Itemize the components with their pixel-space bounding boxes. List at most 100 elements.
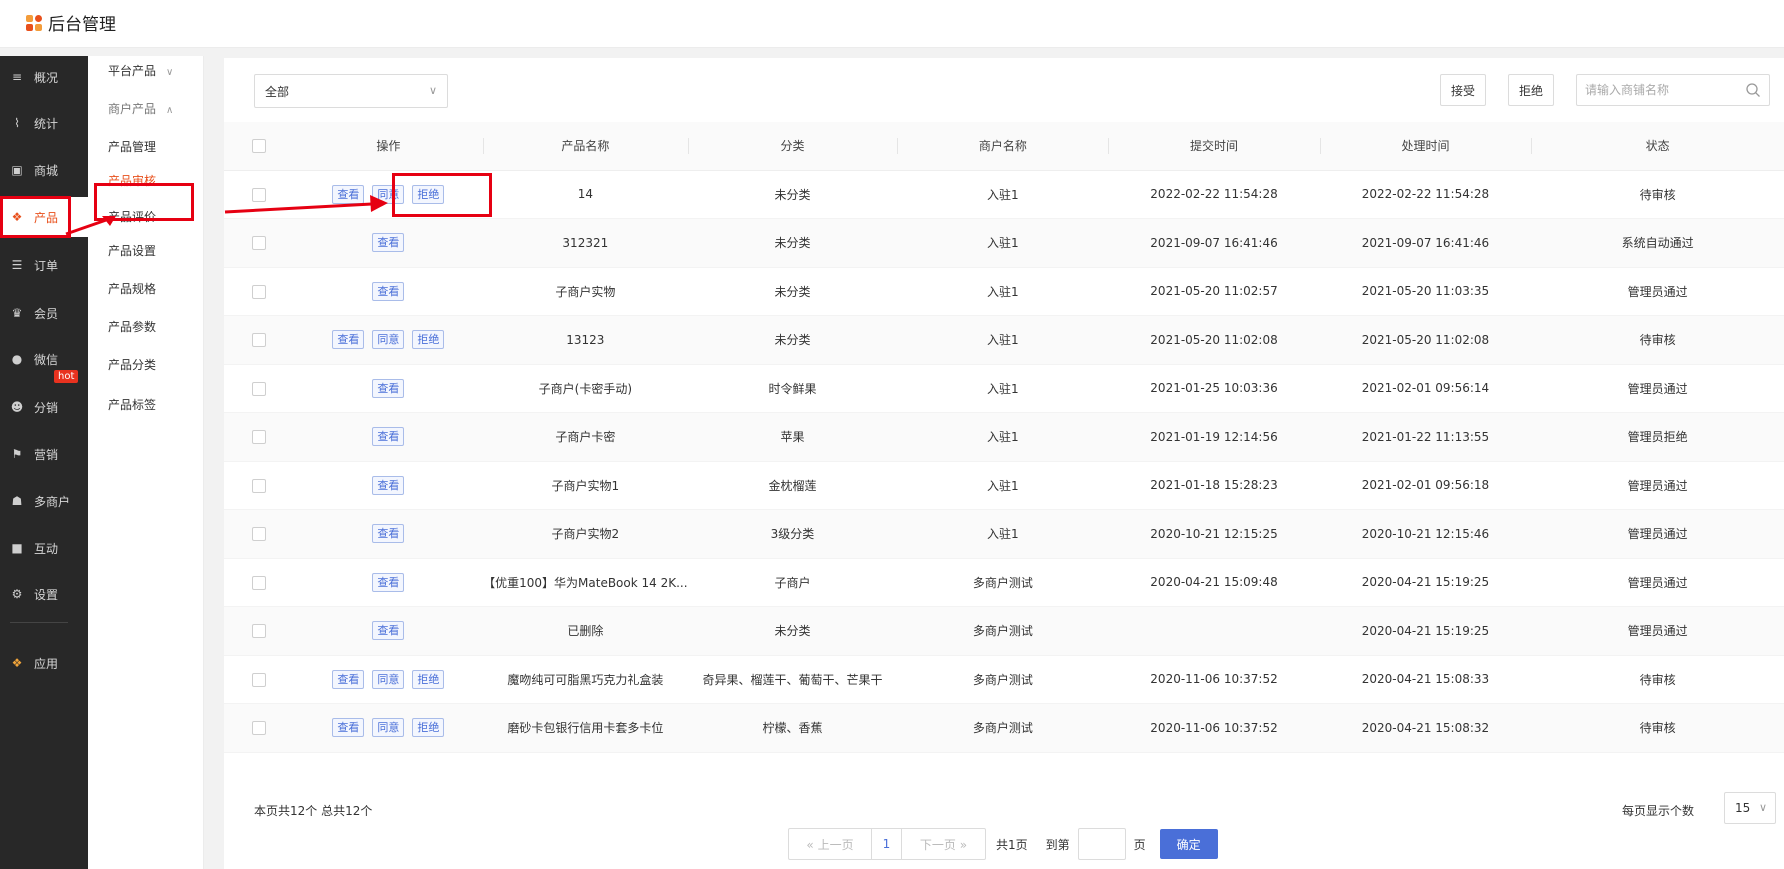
page-summary: 本页共12个 总共12个 [254,804,373,818]
apps-icon: ❖ [11,656,23,670]
reject-row-button[interactable]: 拒绝 [412,718,445,738]
nav-item-mall[interactable]: ▣ 商城 [0,150,88,190]
nav-item-multi-merchant[interactable]: ☗ 多商户 [0,481,88,521]
row-checkbox[interactable] [251,478,266,493]
nav-item-apps[interactable]: ❖ 应用 [0,643,88,683]
status-filter-select[interactable]: 全部 ∨ [254,74,448,108]
row-checkbox[interactable] [251,381,266,396]
view-button[interactable]: 查看 [332,718,365,738]
nav-item-marketing[interactable]: ⚑ 营销 [0,434,88,474]
subnav-group-platform[interactable]: 平台产品 ∨ [108,62,173,79]
subnav-item-product-manage[interactable]: 产品管理 [108,138,156,155]
subnav-item-product-review-comments[interactable]: 产品评价 [108,208,156,225]
row-actions-cell: 查看 同意 拒绝 [293,315,484,365]
nav-item-label: 多商户 [34,494,71,509]
subnav-item-product-tags[interactable]: 产品标签 [108,396,156,413]
subnav-item-product-params[interactable]: 产品参数 [108,318,156,335]
nav-item-product[interactable]: ❖ 产品 [0,197,88,237]
category-cell: 苹果 [687,412,898,462]
nav-item-interaction[interactable]: ■ 互动 [0,528,88,568]
approve-button[interactable]: 同意 [372,330,405,350]
subnav-group-label: 商户产品 [108,102,157,116]
view-button[interactable]: 查看 [332,669,365,689]
row-checkbox[interactable] [251,284,266,299]
row-actions-cell: 查看 同意 拒绝 [293,170,484,219]
subnav-item-product-spec[interactable]: 产品规格 [108,280,156,297]
search-input[interactable] [1577,83,1737,97]
app-title: 后台管理 [48,15,116,35]
nav-item-overview[interactable]: ≡ 概况 [0,57,88,97]
page-number-button[interactable]: 1 [872,828,902,860]
reject-row-button[interactable]: 拒绝 [412,330,445,350]
subnav-item-product-review[interactable]: 产品审核 [108,172,156,189]
processed-time-cell: 2020-04-21 15:19:25 [1319,558,1532,607]
confirm-button[interactable]: 确定 [1159,829,1218,859]
sub-nav: 平台产品 ∨ 商户产品 ∧ 产品管理 产品审核 产品评价 产品设置 产品规格 产品参… [88,56,204,869]
row-checkbox[interactable] [251,672,266,687]
submitted-time-cell: 2021-01-19 12:14:56 [1108,412,1320,462]
page-unit-label: 页 [1133,837,1146,852]
status-cell: 待审核 [1531,703,1784,753]
accept-button[interactable]: 接受 [1440,74,1486,106]
nav-divider [10,622,68,623]
approve-button[interactable]: 同意 [372,669,405,689]
row-checkbox[interactable] [251,527,266,541]
row-checkbox[interactable] [251,624,266,638]
view-button[interactable]: 查看 [372,572,405,592]
status-cell: 管理员通过 [1531,558,1784,607]
reject-row-button[interactable]: 拒绝 [412,669,445,689]
view-button[interactable]: 查看 [332,330,365,350]
view-button[interactable]: 查看 [372,475,405,495]
category-cell: 金枕榴莲 [687,461,898,510]
view-button[interactable]: 查看 [372,281,405,301]
nav-item-orders[interactable]: ☰ 订单 [0,245,88,285]
subnav-group-merchant[interactable]: 商户产品 ∧ [108,100,173,117]
row-actions-cell: 查看 [293,606,484,656]
row-checkbox[interactable] [251,236,266,250]
reject-row-button[interactable]: 拒绝 [412,184,445,204]
select-all-checkbox[interactable] [251,139,266,153]
per-page-select[interactable]: 15 ∨ [1724,792,1776,824]
row-checkbox[interactable] [251,575,266,590]
view-button[interactable]: 查看 [372,378,405,398]
reject-button[interactable]: 拒绝 [1508,74,1554,106]
approve-button[interactable]: 同意 [372,184,405,204]
processed-time-cell: 2021-02-01 09:56:18 [1319,461,1532,510]
table-row: 查看 已删除 未分类 多商户测试 2020-04-21 15:19:25 管理员通过 [224,606,1784,656]
interact-icon: ■ [11,541,23,555]
view-button[interactable]: 查看 [372,427,405,447]
category-cell: 柠檬、香蕉 [687,703,898,753]
table-row: 查看 同意 拒绝 魔吻纯可可脂黑巧克力礼盒装 奇异果、榴莲干、葡萄干、芒果干 多商户测试 2… [224,655,1784,704]
view-button[interactable]: 查看 [372,233,405,253]
view-button[interactable]: 查看 [372,621,405,641]
view-button[interactable]: 查看 [332,184,365,204]
prev-page-button[interactable]: « 上一页 [788,828,872,860]
row-actions-cell: 查看 [293,412,484,462]
row-checkbox[interactable] [251,187,266,202]
subnav-item-product-category[interactable]: 产品分类 [108,356,156,373]
row-select-cell [224,170,294,219]
submitted-time-cell: 2020-11-06 10:37:52 [1108,703,1320,753]
row-checkbox[interactable] [251,721,266,735]
column-header-submitted: 提交时间 [1108,122,1320,171]
nav-item-stats[interactable]: ⌇ 统计 [0,103,88,143]
row-actions-cell: 查看 [293,558,484,607]
nav-item-settings[interactable]: ⚙ 设置 [0,574,88,614]
table-row: 查看 312321 未分类 入驻1 2021-09-07 16:41:46 2021-09… [224,218,1784,268]
subnav-item-product-settings[interactable]: 产品设置 [108,242,156,259]
goto-page-input[interactable] [1077,828,1126,860]
nav-item-distribution[interactable]: ☻ 分销 [0,387,88,427]
nav-item-label: 订单 [34,258,59,273]
submitted-time-cell: 2021-05-20 11:02:08 [1108,315,1320,365]
per-page-value: 15 [1735,801,1751,815]
table-row: 查看 子商户实物2 3级分类 入驻1 2020-10-21 12:15:25 2020-1… [224,509,1784,559]
next-page-button[interactable]: 下一页 » [902,828,986,860]
row-checkbox[interactable] [251,333,266,347]
search-icon[interactable] [1745,82,1761,98]
row-checkbox[interactable] [251,430,266,444]
approve-button[interactable]: 同意 [372,718,405,738]
submitted-time-cell: 2021-05-20 11:02:57 [1108,267,1320,316]
nav-item-members[interactable]: ♛ 会员 [0,293,88,333]
view-button[interactable]: 查看 [372,524,405,544]
row-select-cell [224,558,294,607]
